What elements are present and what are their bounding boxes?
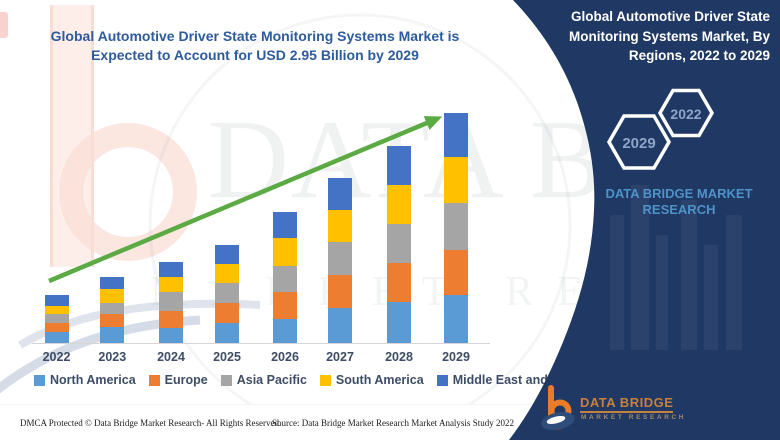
side-panel-title-line3: Regions, 2022 to 2029 bbox=[545, 46, 770, 66]
hexagon-2022-label: 2022 bbox=[670, 106, 701, 122]
side-panel-title-line1: Global Automotive Driver State bbox=[545, 7, 770, 27]
brand-logo-subtitle: MARKET RESEARCH bbox=[581, 414, 686, 421]
side-panel-title-line2: Monitoring Systems Market, By bbox=[545, 27, 770, 47]
infographic-canvas: DATA BRIDGE MARKET RESEARCH Global Autom… bbox=[0, 0, 780, 440]
hexagon-2029-label: 2029 bbox=[622, 135, 655, 152]
side-panel-title: Global Automotive Driver State Monitorin… bbox=[545, 7, 770, 66]
brand-caption-line1: DATA BRIDGE MARKET bbox=[598, 186, 760, 202]
brand-caption-line2: RESEARCH bbox=[598, 202, 760, 218]
side-panel-brand-caption: DATA BRIDGE MARKET RESEARCH bbox=[598, 186, 760, 218]
side-panel: 2029 2022 bbox=[0, 0, 780, 440]
brand-logo-name: DATA BRIDGE bbox=[580, 395, 673, 413]
